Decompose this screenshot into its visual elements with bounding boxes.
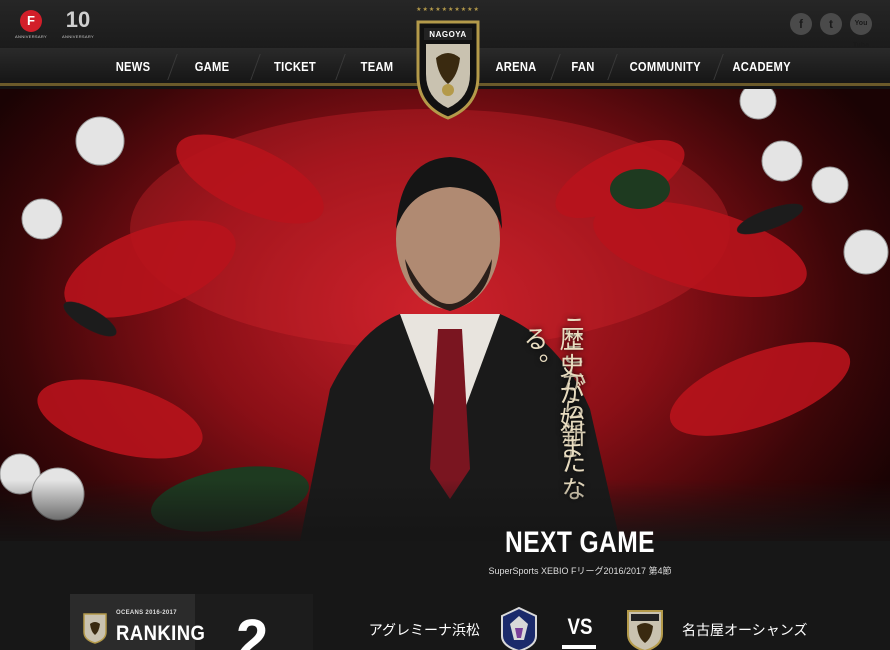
ranking-panel[interactable]: OCEANS 2016-2017 RANKING 2 <box>70 594 313 650</box>
nav-team[interactable]: TEAM <box>356 48 399 86</box>
nav-academy[interactable]: ACADEMY <box>732 48 790 86</box>
ranking-emblem-icon <box>83 613 107 644</box>
hero-fade <box>0 480 890 550</box>
facebook-icon[interactable]: f <box>790 13 812 35</box>
fleague-logo[interactable]: F ANNIVERSARY <box>14 10 48 40</box>
ranking-season: OCEANS 2016-2017 <box>116 610 177 616</box>
ranking-value: 2 <box>236 608 269 650</box>
hero-image: ここから新たな 歴史が始まる。 <box>0 89 890 541</box>
anniversary-number: 10 <box>65 7 91 32</box>
away-team-crest-icon <box>627 610 663 650</box>
emblem-text: NAGOYA <box>429 30 467 39</box>
fleague-caption: ANNIVERSARY <box>15 34 47 39</box>
hero-illustration <box>0 89 889 541</box>
youtube-icon[interactable]: You Tube <box>850 13 872 49</box>
fleague-mark: F <box>20 10 42 32</box>
nav-community[interactable]: COMMUNITY <box>630 48 701 86</box>
away-team-name[interactable]: 名古屋オーシャンズ <box>682 620 882 640</box>
nav-arena[interactable]: ARENA <box>494 48 539 86</box>
ranking-label: RANKING <box>116 622 206 645</box>
versus-underline <box>562 645 596 649</box>
next-game-title: NEXT GAME <box>505 526 655 559</box>
home-team-name[interactable]: アグレミーナ浜松 <box>330 620 480 640</box>
home-team-crest-icon <box>501 606 537 650</box>
next-game-subtitle: SuperSports XEBIO Fリーグ2016/2017 第4節 <box>488 566 672 576</box>
versus-label: VS <box>567 614 593 639</box>
nav-news[interactable]: NEWS <box>110 48 156 86</box>
twitter-icon[interactable]: t <box>820 13 842 35</box>
nav-game[interactable]: GAME <box>191 48 232 86</box>
nav-fan[interactable]: FAN <box>568 48 597 86</box>
anniversary-logo[interactable]: 10 ANNIVERSARY <box>58 8 98 40</box>
club-emblem[interactable]: ★★★★★★★★★★ NAGOYA <box>410 6 486 120</box>
anniversary-caption: ANNIVERSARY <box>62 34 94 39</box>
stars-icon: ★★★★★★★★★★ <box>416 7 480 13</box>
nav-ticket[interactable]: TICKET <box>272 48 318 86</box>
